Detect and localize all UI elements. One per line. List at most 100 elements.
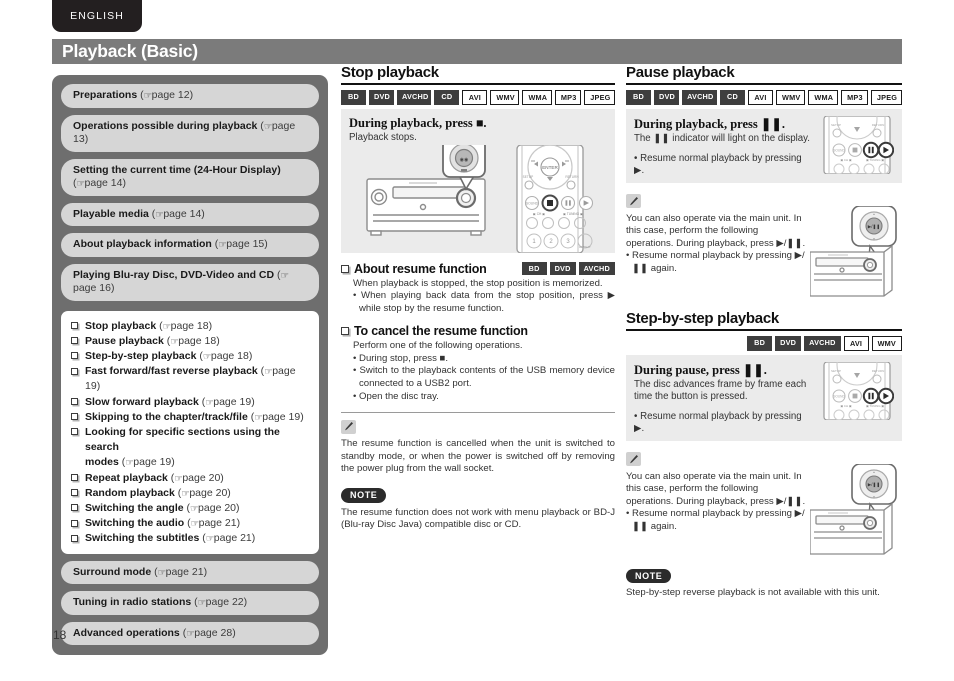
instruction-box-pause: During playback, press ❚❚. The ❚❚ indica… — [626, 109, 902, 183]
sidebar-subitem-ref: page 20 — [189, 486, 228, 499]
subsection-cancel-resume-function: To cancel the resume function — [341, 324, 615, 338]
sidebar-subitem-switching-audio[interactable]: Switching the audio (☞page 21) — [71, 516, 309, 531]
svg-text:SOUND: SOUND — [833, 148, 845, 152]
sidebar-item-ref: page 12 — [151, 89, 190, 101]
tip-block-pause: You can also operate via the main unit. … — [626, 194, 902, 298]
format-badge-cd: CD — [434, 90, 460, 105]
sidebar-item-ref: page 15 — [226, 238, 265, 250]
tip-line-3: During playback, press ▶/❚❚. — [676, 495, 806, 507]
format-badge-wmv: WMV — [490, 90, 520, 105]
pointing-hand-icon: ☞ — [218, 239, 227, 251]
sidebar-item-label: Operations possible during playback — [73, 119, 258, 132]
sidebar-subitem-fast-forward-reverse[interactable]: Fast forward/fast reverse playback (☞pag… — [71, 364, 309, 394]
sidebar-item-advanced-operations[interactable]: Advanced operations (☞page 28) — [61, 621, 319, 646]
format-badge-row-pause: BD DVD AVCHD CD AVI WMV WMA MP3 JPEG — [625, 90, 902, 105]
format-badge-bd: BD — [521, 262, 547, 275]
pointing-hand-icon: ☞ — [76, 178, 86, 190]
sidebar-sublist: Stop playback (☞page 18) Pause playback … — [61, 310, 319, 554]
svg-text:SETUP: SETUP — [831, 369, 841, 373]
format-badge-jpeg: JPEG — [870, 90, 902, 105]
sidebar-subitem-label: Switching the angle — [85, 501, 184, 514]
sidebar-subitem-stop-playback[interactable]: Stop playback (☞page 18) — [71, 319, 309, 334]
sidebar-item-about-playback-information[interactable]: About playback information (☞page 15) — [61, 233, 319, 257]
format-badge-mp3: MP3 — [554, 90, 582, 105]
instruction-bullet-step: • Resume normal playback by pressing ▶. — [634, 410, 802, 435]
svg-text:SETUP: SETUP — [523, 175, 534, 179]
format-badge-row-stop: BD DVD AVCHD CD AVI WMV WMA MP3 JPEG — [341, 90, 615, 105]
language-tab: ENGLISH — [52, 0, 142, 32]
svg-text:◉◉: ◉◉ — [460, 157, 469, 163]
pointing-hand-icon: ☞ — [254, 412, 263, 424]
sidebar-item-ref: page 22 — [205, 596, 244, 609]
checkbox-icon — [71, 352, 78, 360]
tip-text-step: You can also operate via the main unit. … — [626, 471, 806, 556]
page-title: Playback (Basic) — [62, 41, 198, 61]
sidebar-column: Preparations (☞page 12) Operations possi… — [52, 75, 328, 656]
page-number: 18 — [53, 628, 67, 642]
checkbox-icon — [341, 264, 349, 273]
sidebar-subitem-random-playback[interactable]: Random playback (☞page 20) — [71, 486, 309, 501]
subsection-heading: About resume function — [354, 261, 487, 276]
format-badge-avchd: AVCHD — [578, 262, 615, 275]
sidebar-subitem-switching-angle[interactable]: Switching the angle (☞page 20) — [71, 501, 309, 516]
sidebar-subitem-repeat-playback[interactable]: Repeat playback (☞page 20) — [71, 471, 309, 486]
pointing-hand-icon: ☞ — [125, 457, 134, 469]
subsection-about-resume-function: About resume function BD DVD AVCHD — [341, 262, 615, 276]
sidebar-subitem-label: Random playback — [85, 486, 175, 499]
sidebar-subitem-switching-subtitles[interactable]: Switching the subtitles (☞page 21) — [71, 531, 309, 546]
section-heading-stop-playback: Stop playback — [341, 64, 615, 85]
sidebar-item-ref: page 28 — [194, 626, 233, 639]
sidebar-subitem-ref: page 18 — [178, 334, 217, 347]
instruction-title-stop: During playback, press ■. — [349, 116, 487, 130]
pencil-icon — [626, 452, 641, 466]
pointing-hand-icon: ☞ — [174, 473, 183, 485]
note-block-stop: NOTE The resume function does not work w… — [341, 485, 615, 532]
sidebar-subitem-label: Pause playback — [85, 334, 164, 347]
sidebar-item-setting-current-time[interactable]: Setting the current time (24-Hour Displa… — [61, 158, 319, 196]
checkbox-icon — [341, 327, 349, 336]
instruction-sub-pause: The ❚❚ indicator will light on the displ… — [634, 133, 810, 144]
checkbox-icon — [71, 322, 78, 329]
sidebar-subitem-label: Switching the subtitles — [85, 532, 200, 545]
sidebar-subitem-ref: page 21 — [213, 532, 252, 545]
pointing-hand-icon: ☞ — [205, 533, 215, 545]
instruction-sub-step: The disc advances frame by frame each ti… — [634, 378, 807, 403]
sidebar-subitem-label: Stop playback — [85, 319, 157, 332]
page-title-bar: Playback (Basic) — [52, 39, 902, 64]
sidebar-item-ref: page 14 — [84, 177, 123, 189]
note-block-step: NOTE Step-by-step reverse playback is no… — [626, 566, 902, 600]
format-badge-bd: BD — [625, 90, 651, 105]
sidebar-item-tuning-radio-stations[interactable]: Tuning in radio stations (☞page 22) — [61, 591, 319, 615]
note-text-stop: The resume function does not work with m… — [341, 506, 615, 531]
sidebar-subitem-search-modes[interactable]: Looking for specific sections using the … — [71, 425, 309, 471]
sidebar-item-preparations[interactable]: Preparations (☞page 12) — [61, 84, 319, 108]
tip-bullet-step: • Resume normal playback by pressing ▶/❚… — [626, 508, 805, 532]
sidebar-item-label: Surround mode — [73, 565, 152, 578]
checkbox-icon — [71, 474, 78, 482]
sidebar-item-playing-bluray-dvd-cd[interactable]: Playing Blu-ray Disc, DVD-Video and CD (… — [61, 263, 319, 301]
sidebar-subitem-slow-forward-playback[interactable]: Slow forward playback (☞page 19) — [71, 395, 309, 410]
section-heading-step-playback: Step-by-step playback — [626, 310, 902, 331]
format-badge-wma: WMA — [808, 90, 839, 105]
sidebar-subitem-ref: page 19 — [262, 410, 301, 423]
pointing-hand-icon: ☞ — [190, 503, 199, 515]
sidebar-subitem-skipping-chapter-track-file[interactable]: Skipping to the chapter/track/file (☞pag… — [71, 410, 309, 425]
note-badge: NOTE — [626, 568, 672, 583]
tip-line-3: During playback, press ▶/❚❚. — [676, 237, 806, 249]
cancel-resume-bullet-1: • During stop, press ■. — [353, 352, 449, 364]
cancel-resume-bullet-2: • Switch to the playback contents of the… — [353, 365, 615, 390]
checkbox-icon — [71, 428, 78, 436]
format-badge-bd: BD — [747, 335, 773, 351]
svg-text:▣ CH ▣: ▣ CH ▣ — [840, 158, 852, 162]
sidebar-subitem-step-by-step-playback[interactable]: Step-by-step playback (☞page 18) — [71, 349, 309, 364]
svg-text:SETUP: SETUP — [831, 123, 841, 127]
sidebar-subitem-ref: page 18 — [210, 349, 249, 362]
format-badge-dvd: DVD — [775, 335, 802, 351]
sidebar-item-playable-media[interactable]: Playable media (☞page 14) — [61, 202, 319, 226]
checkbox-icon — [71, 519, 78, 527]
sidebar-subitem-pause-playback[interactable]: Pause playback (☞page 18) — [71, 334, 309, 349]
sidebar-item-operations-possible[interactable]: Operations possible during playback (☞pa… — [61, 114, 319, 152]
sidebar-subitem-label: Fast forward/fast reverse playback — [85, 365, 258, 378]
format-badge-avchd: AVCHD — [804, 335, 841, 351]
sidebar-item-surround-mode[interactable]: Surround mode (☞page 21) — [61, 560, 319, 585]
